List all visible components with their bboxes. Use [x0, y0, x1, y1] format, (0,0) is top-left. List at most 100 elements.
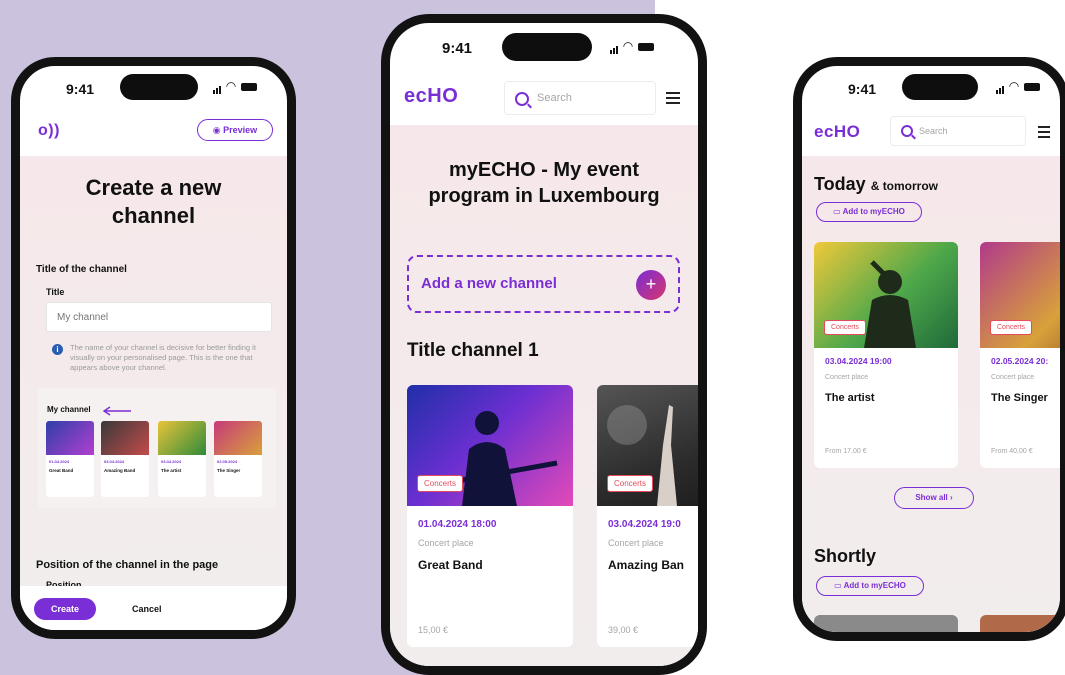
- preview-label: Preview: [223, 125, 258, 135]
- eye-icon: ◉: [212, 125, 224, 135]
- event-date: 01.04.2024 18:00: [418, 519, 497, 530]
- signal-icon: [213, 80, 222, 94]
- cancel-button[interactable]: Cancel: [132, 598, 162, 620]
- search-placeholder: Search: [919, 126, 948, 136]
- search-icon: [515, 92, 529, 106]
- add-channel-button[interactable]: Add a new channel +: [407, 255, 680, 313]
- ticket-icon: ▭: [833, 207, 843, 216]
- system-icons: ◠: [213, 79, 257, 94]
- position-heading: Position of the channel in the page: [36, 559, 219, 571]
- channel-title: Title channel 1: [407, 340, 539, 361]
- create-button[interactable]: Create: [34, 598, 96, 620]
- status-bar: 9:41 ◠: [802, 66, 1060, 112]
- header: ecHO Search: [390, 71, 698, 125]
- mini-card[interactable]: 03.04.2024 The artist: [158, 421, 206, 497]
- event-card[interactable]: Concerts 01.04.2024 18:00 Concert place …: [407, 385, 573, 647]
- category-tag: Concerts: [990, 320, 1033, 335]
- status-time: 9:41: [66, 81, 95, 97]
- logo-icon[interactable]: ecHO: [404, 85, 458, 108]
- mini-card[interactable]: 03.04.2024 Amazing Band: [101, 421, 149, 497]
- page-title-line1: myECHO - My event: [448, 159, 640, 181]
- status-bar: 9:41 ◠: [20, 66, 287, 112]
- wifi-icon: ◠: [1009, 79, 1020, 93]
- event-card[interactable]: Concerts 03.04.2024 19:0 Concert place A…: [597, 385, 698, 647]
- preview-button[interactable]: ◉ Preview: [197, 119, 273, 141]
- footer-actions: Create Cancel: [20, 586, 287, 630]
- phone-today-events: 9:41 ◠ ecHO Search Today & tomorrow ▭ Ad…: [793, 57, 1065, 641]
- dynamic-island: [502, 33, 592, 61]
- add-to-myecho-button[interactable]: ▭ Add to myECHO: [816, 202, 922, 222]
- event-card[interactable]: Concerts 02.05.2024 20: Concert place Th…: [980, 242, 1060, 468]
- event-price: 39,00 €: [608, 625, 639, 635]
- tomorrow-label: & tomorrow: [870, 179, 939, 193]
- page-title-line2: channel: [111, 203, 196, 228]
- arrow-left-icon: [102, 403, 132, 416]
- title-label: Title: [46, 287, 65, 297]
- event-date: 03.04.2024 19:0: [608, 519, 681, 530]
- category-tag: Concerts: [824, 320, 867, 335]
- event-place: Concert place: [825, 374, 869, 381]
- page-title-line1: Create a new: [85, 175, 222, 200]
- search-input[interactable]: Search: [890, 116, 1026, 146]
- today-label: Today: [814, 174, 866, 194]
- event-card-partial[interactable]: [814, 615, 958, 632]
- signal-icon: [996, 80, 1005, 94]
- section-title: Title of the channel: [36, 264, 127, 275]
- page-title: myECHO - My event program in Luxembourg: [390, 157, 698, 209]
- add-to-myecho-button-2[interactable]: ▭ Add to myECHO: [816, 576, 924, 596]
- status-bar: 9:41 ◠: [390, 23, 698, 69]
- menu-icon[interactable]: [666, 92, 680, 107]
- logo-icon[interactable]: o)): [38, 122, 60, 140]
- today-heading: Today & tomorrow: [814, 174, 938, 195]
- search-placeholder: Search: [537, 92, 572, 104]
- show-all-label: Show all: [915, 493, 948, 502]
- show-all-button[interactable]: Show all ›: [894, 487, 974, 509]
- phone-my-echo: 9:41 ◠ ecHO Search myECHO - My event pro…: [381, 14, 707, 675]
- event-price: From 40,00 €: [991, 448, 1033, 455]
- category-tag: Concerts: [607, 475, 654, 492]
- event-name: Amazing Ban: [608, 558, 685, 572]
- mini-card[interactable]: 02.05.2024 The Singer: [214, 421, 262, 497]
- phone-create-channel: 9:41 ◠ o)) ◉ Preview Create a new channe…: [11, 57, 296, 639]
- page-title: Create a new channel: [20, 174, 287, 230]
- category-tag: Concerts: [417, 475, 464, 492]
- header: ecHO Search: [802, 110, 1060, 156]
- chevron-right-icon: ›: [947, 493, 953, 502]
- signal-icon: [610, 40, 619, 54]
- event-place: Concert place: [608, 538, 664, 548]
- wifi-icon: ◠: [226, 79, 237, 93]
- menu-icon[interactable]: [1038, 126, 1050, 141]
- add-channel-label: Add a new channel: [421, 275, 557, 292]
- event-card-partial[interactable]: [980, 615, 1060, 632]
- event-name: The Singer: [991, 392, 1048, 404]
- mini-card[interactable]: 01.04.2024 Great Band: [46, 421, 94, 497]
- system-icons: ◠: [610, 39, 654, 54]
- logo-icon[interactable]: ecHO: [814, 122, 860, 142]
- status-time: 9:41: [442, 40, 473, 57]
- add-to-label: Add to myECHO: [843, 581, 906, 590]
- wifi-icon: ◠: [623, 39, 634, 53]
- search-input[interactable]: Search: [504, 81, 656, 115]
- battery-icon: [240, 82, 257, 91]
- system-icons: ◠: [996, 79, 1040, 94]
- event-date: 02.05.2024 20:: [991, 356, 1049, 366]
- help-text: The name of your channel is decisive for…: [70, 343, 256, 372]
- add-to-label: Add to myECHO: [842, 207, 905, 216]
- dynamic-island: [902, 74, 978, 100]
- battery-icon: [1023, 82, 1040, 91]
- page-title-line2: program in Luxembourg: [428, 185, 660, 207]
- event-name: The artist: [825, 392, 875, 404]
- title-input[interactable]: [46, 302, 272, 332]
- shortly-heading: Shortly: [814, 546, 877, 566]
- battery-icon: [637, 42, 654, 51]
- ticket-icon: ▭: [834, 581, 844, 590]
- event-card[interactable]: Concerts 03.04.2024 19:00 Concert place …: [814, 242, 958, 468]
- event-price: From 17,00 €: [825, 448, 867, 455]
- preview-heading: My channel: [47, 405, 91, 414]
- search-icon: [901, 125, 913, 137]
- event-place: Concert place: [418, 538, 474, 548]
- event-date: 03.04.2024 19:00: [825, 356, 892, 366]
- info-icon: i: [52, 344, 63, 355]
- status-time: 9:41: [848, 81, 877, 97]
- header: o)) ◉ Preview: [20, 112, 287, 156]
